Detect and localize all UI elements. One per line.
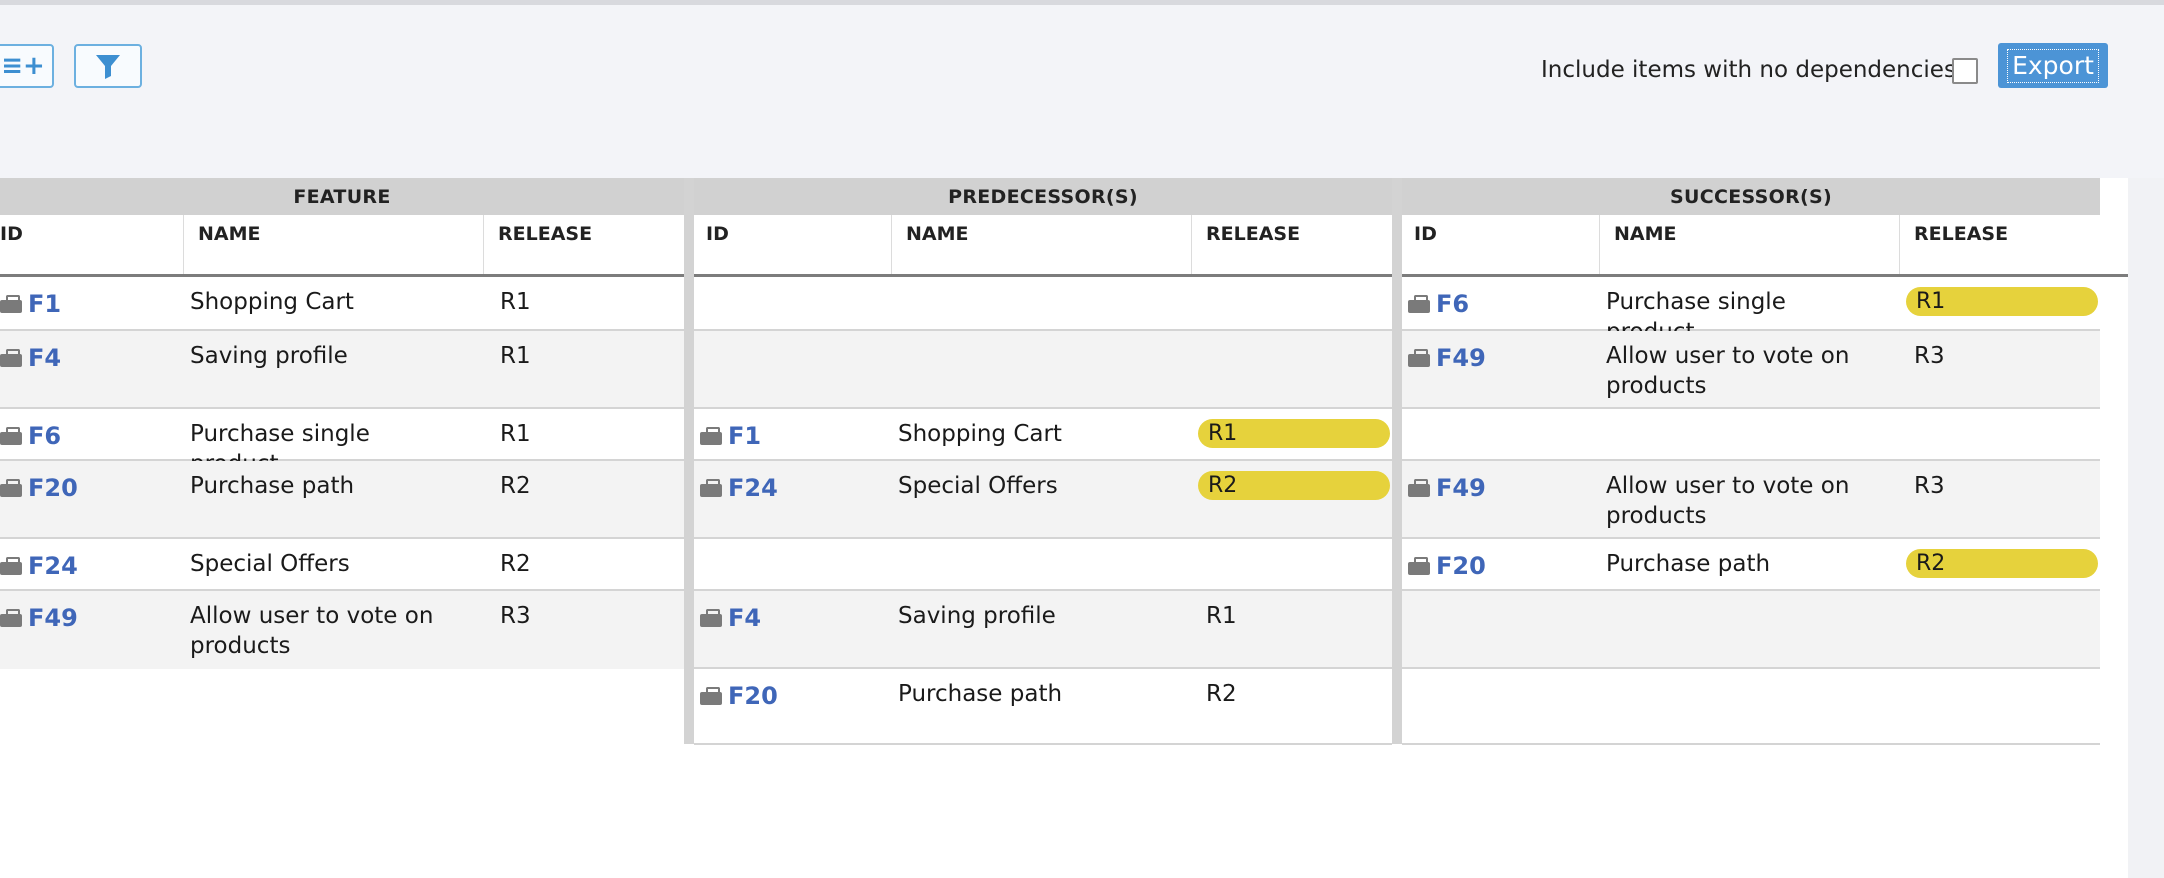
feature-release: R1 (500, 421, 531, 447)
table-row (1402, 591, 2100, 669)
successor-release: R3 (1914, 343, 1945, 369)
table-row (694, 331, 1392, 409)
successor-id-link[interactable]: F6 (1408, 289, 1469, 319)
table-row (694, 539, 1392, 591)
feature-name: Shopping Cart (190, 289, 354, 315)
briefcase-icon (700, 427, 722, 445)
vertical-scrollbar-track[interactable] (2128, 178, 2164, 878)
export-button[interactable]: Export (1998, 43, 2108, 88)
predecessor-name: Saving profile (898, 603, 1056, 629)
toolbar: ≡+ Include items with no dependencies: E… (0, 0, 2164, 178)
col-header-succ-name[interactable]: NAME (1600, 215, 1900, 275)
successor-id-text[interactable]: F49 (1436, 343, 1486, 373)
col-header-succ-id[interactable]: ID (1402, 215, 1600, 275)
feature-id-text[interactable]: F6 (28, 421, 61, 451)
feature-id-text[interactable]: F1 (28, 289, 61, 319)
briefcase-icon (0, 349, 22, 367)
col-header-feature-release[interactable]: RELEASE (484, 215, 684, 275)
col-header-pred-name[interactable]: NAME (892, 215, 1192, 275)
group-header-feature: FEATURE (0, 178, 684, 215)
predecessor-id-text[interactable]: F4 (728, 603, 761, 633)
successor-id-link[interactable]: F49 (1408, 343, 1486, 373)
feature-release: R3 (500, 603, 531, 629)
predecessor-name: Special Offers (898, 473, 1058, 499)
group-header-predecessor: PREDECESSOR(S) (694, 178, 1392, 215)
briefcase-icon (1408, 295, 1430, 313)
export-button-label: Export (2007, 48, 2099, 83)
successor-name: Allow user to vote on products (1606, 343, 1850, 399)
briefcase-icon (0, 479, 22, 497)
successor-release-badge: R2 (1906, 549, 2098, 578)
col-header-feature-id[interactable]: ID (0, 215, 184, 275)
feature-release: R2 (500, 551, 531, 577)
successor-id-link[interactable]: F20 (1408, 551, 1486, 581)
col-header-pred-release[interactable]: RELEASE (1192, 215, 1392, 275)
add-list-button[interactable]: ≡+ (0, 44, 54, 88)
feature-release: R1 (500, 343, 531, 369)
group-header-successor: SUCCESSOR(S) (1402, 178, 2100, 215)
predecessor-id-link[interactable]: F4 (700, 603, 761, 633)
feature-id-text[interactable]: F4 (28, 343, 61, 373)
successor-name: Allow user to vote on products (1606, 473, 1850, 529)
table-row (694, 277, 1392, 331)
briefcase-icon (0, 557, 22, 575)
include-no-deps-label: Include items with no dependencies: (1541, 57, 1964, 83)
successor-release-badge: R1 (1906, 287, 2098, 316)
feature-id-link[interactable]: F4 (0, 343, 61, 373)
col-header-pred-id[interactable]: ID (694, 215, 892, 275)
table-row (1402, 409, 2100, 461)
col-header-feature-name[interactable]: NAME (184, 215, 484, 275)
predecessor-id-link[interactable]: F20 (700, 681, 778, 711)
feature-name: Allow user to vote on products (190, 603, 434, 659)
feature-id-link[interactable]: F1 (0, 289, 61, 319)
predecessor-id-text[interactable]: F1 (728, 421, 761, 451)
section-divider-2 (1392, 178, 1402, 744)
predecessor-id-link[interactable]: F24 (700, 473, 778, 503)
predecessor-release-badge: R1 (1198, 419, 1390, 448)
table-row (1402, 669, 2100, 745)
list-add-icon: ≡+ (1, 51, 45, 81)
briefcase-icon (1408, 479, 1430, 497)
predecessor-release-badge: R2 (1198, 471, 1390, 500)
feature-release: R2 (500, 473, 531, 499)
feature-id-link[interactable]: F20 (0, 473, 78, 503)
briefcase-icon (700, 609, 722, 627)
predecessor-name: Purchase path (898, 681, 1063, 707)
feature-name: Purchase path (190, 473, 355, 499)
feature-id-link[interactable]: F49 (0, 603, 78, 633)
filter-button[interactable] (74, 44, 142, 88)
briefcase-icon (1408, 557, 1430, 575)
successor-id-text[interactable]: F20 (1436, 551, 1486, 581)
feature-id-text[interactable]: F24 (28, 551, 78, 581)
predecessor-name: Shopping Cart (898, 421, 1062, 447)
successor-name: Purchase path (1606, 551, 1771, 577)
briefcase-icon (700, 687, 722, 705)
col-header-succ-release[interactable]: RELEASE (1900, 215, 2100, 275)
briefcase-icon (1408, 349, 1430, 367)
predecessor-id-link[interactable]: F1 (700, 421, 761, 451)
successor-id-text[interactable]: F49 (1436, 473, 1486, 503)
feature-id-link[interactable]: F6 (0, 421, 61, 451)
funnel-icon (96, 55, 120, 79)
predecessor-id-text[interactable]: F24 (728, 473, 778, 503)
successor-id-text[interactable]: F6 (1436, 289, 1469, 319)
briefcase-icon (700, 479, 722, 497)
predecessor-release: R2 (1206, 681, 1237, 707)
feature-name: Special Offers (190, 551, 350, 577)
successor-release: R3 (1914, 473, 1945, 499)
feature-name: Saving profile (190, 343, 348, 369)
feature-id-link[interactable]: F24 (0, 551, 78, 581)
feature-id-text[interactable]: F20 (28, 473, 78, 503)
feature-id-text[interactable]: F49 (28, 603, 78, 633)
successor-id-link[interactable]: F49 (1408, 473, 1486, 503)
briefcase-icon (0, 295, 22, 313)
section-divider-1 (684, 178, 694, 744)
predecessor-id-text[interactable]: F20 (728, 681, 778, 711)
include-no-deps-checkbox[interactable] (1952, 58, 1978, 84)
predecessor-release: R1 (1206, 603, 1237, 629)
briefcase-icon (0, 609, 22, 627)
briefcase-icon (0, 427, 22, 445)
feature-release: R1 (500, 289, 531, 315)
